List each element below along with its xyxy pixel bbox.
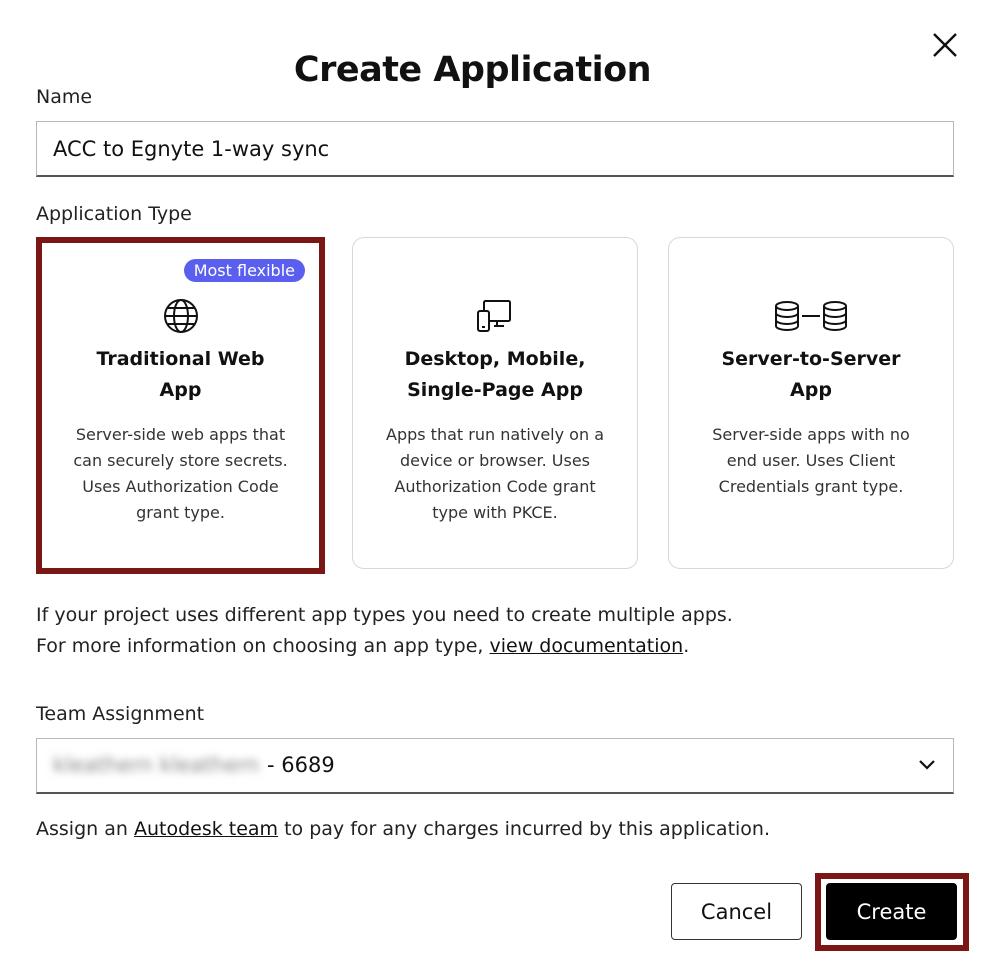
globe-icon [42, 296, 319, 336]
database-link-icon [669, 296, 953, 336]
dialog-title: Create Application [293, 50, 652, 90]
team-id: - 6689 [267, 753, 335, 777]
team-assignment-label: Team Assignment [36, 703, 205, 725]
info-line-1: If your project uses different app types… [36, 604, 733, 626]
app-type-card-traditional-web[interactable]: Most flexible Traditional Web App Server… [36, 237, 325, 574]
name-label: Name [36, 86, 93, 108]
autodesk-team-link[interactable]: Autodesk team [134, 818, 278, 840]
card-description: Apps that run natively on a device or br… [386, 425, 604, 522]
card-title: Traditional Web App [96, 348, 265, 401]
team-name-blurred: kleathern kleathern [53, 753, 260, 777]
devices-icon [353, 296, 637, 336]
card-title: Desktop, Mobile, Single-Page App [404, 348, 586, 401]
most-flexible-badge: Most flexible [183, 259, 305, 282]
app-type-info: If your project uses different app types… [36, 600, 733, 662]
cancel-button[interactable]: Cancel [671, 883, 802, 940]
name-input[interactable] [36, 121, 954, 177]
assign-text: Assign an Autodesk team to pay for any c… [36, 818, 771, 840]
card-description: Server-side web apps that can securely s… [73, 425, 288, 522]
info-line-2: For more information on choosing an app … [36, 635, 690, 657]
create-button[interactable]: Create [826, 883, 957, 940]
card-description: Server-side apps with no end user. Uses … [712, 425, 910, 496]
card-title: Server-to-Server App [721, 348, 901, 401]
app-type-card-server-to-server[interactable]: Server-to-Server App Server-side apps wi… [668, 237, 954, 569]
application-type-label: Application Type [36, 203, 192, 225]
chevron-down-icon [919, 760, 935, 770]
app-type-card-desktop-mobile-spa[interactable]: Desktop, Mobile, Single-Page App Apps th… [352, 237, 638, 569]
view-documentation-link[interactable]: view documentation [490, 635, 684, 657]
team-select[interactable]: kleathern kleathern - 6689 [36, 738, 954, 794]
